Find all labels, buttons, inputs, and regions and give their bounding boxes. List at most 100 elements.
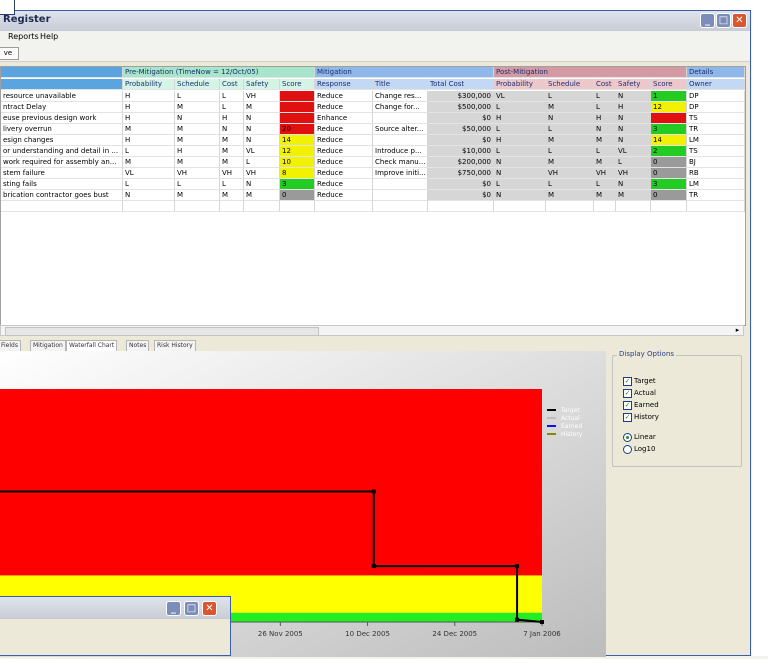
desktop-background-right xyxy=(752,0,768,656)
scrollbar-thumb[interactable] xyxy=(5,327,319,336)
secondary-minimize-button[interactable]: _ xyxy=(166,601,181,616)
close-icon: ✕ xyxy=(205,603,214,614)
maximize-button[interactable]: □ xyxy=(716,13,731,28)
table-cell: H xyxy=(494,113,546,124)
table-cell: 0 xyxy=(280,190,315,201)
table-cell: VH xyxy=(175,168,220,179)
x-tick-label: 24 Dec 2005 xyxy=(432,630,477,638)
table-cell: TR xyxy=(687,190,745,201)
table-cell: $500,000 xyxy=(428,102,494,113)
data-point xyxy=(371,489,376,494)
menu-help[interactable]: Help xyxy=(40,32,58,41)
secondary-maximize-button[interactable]: □ xyxy=(184,601,199,616)
earned-checkbox[interactable]: ✓ Earned xyxy=(623,400,659,410)
table-cell: VH xyxy=(594,168,616,179)
table-cell: N xyxy=(175,113,220,124)
table-cell xyxy=(315,201,373,212)
table-cell xyxy=(616,201,651,212)
table-cell: M xyxy=(616,190,651,201)
maximize-icon: □ xyxy=(718,15,729,26)
linear-radio[interactable]: Linear xyxy=(623,432,656,442)
table-cell: L xyxy=(594,179,616,190)
table-cell xyxy=(428,201,494,212)
maximize-icon: □ xyxy=(186,603,197,614)
history-checkbox[interactable]: ✓ History xyxy=(623,412,659,422)
table-cell: LM xyxy=(687,179,745,190)
legend-label: Earned xyxy=(561,423,582,430)
grid-horizontal-scrollbar[interactable]: ▸ xyxy=(0,325,744,336)
minimize-icon: _ xyxy=(705,15,710,26)
table-cell: 8 xyxy=(280,168,315,179)
table-cell xyxy=(244,201,280,212)
linear-radio-label: Linear xyxy=(634,433,656,441)
minimize-icon: _ xyxy=(171,603,176,614)
table-cell: Introduce p... xyxy=(373,146,428,157)
actual-checkbox[interactable]: ✓ Actual xyxy=(623,388,656,398)
table-cell xyxy=(494,201,546,212)
data-point xyxy=(371,564,376,569)
target-checkbox-label: Target xyxy=(634,377,656,385)
minimize-button[interactable]: _ xyxy=(700,13,715,28)
table-cell: L xyxy=(546,91,594,102)
table-cell xyxy=(651,113,687,124)
table-cell: brication contractor goes bust xyxy=(1,190,123,201)
checkbox-checked-icon: ✓ xyxy=(623,412,632,422)
display-options-title: Display Options xyxy=(617,350,677,358)
group-header xyxy=(1,67,123,78)
close-button[interactable]: ✕ xyxy=(732,13,747,28)
table-cell: N xyxy=(244,113,280,124)
table-cell: 3 xyxy=(651,124,687,135)
data-point xyxy=(515,564,520,569)
column-header: Probability xyxy=(123,79,175,90)
group-header: Pre-Mitigation (TimeNow = 12/Oct/05) xyxy=(123,67,315,78)
display-options-group: Display Options ✓ Target ✓ Actual ✓ Earned … xyxy=(612,350,742,467)
table-cell: H xyxy=(220,113,244,124)
table-cell: Reduce xyxy=(315,146,373,157)
table-cell xyxy=(175,201,220,212)
table-cell: M xyxy=(546,135,594,146)
table-cell: N xyxy=(616,179,651,190)
toolbar: ve xyxy=(0,45,750,62)
table-cell: ntract Delay xyxy=(1,102,123,113)
table-cell: M xyxy=(123,157,175,168)
table-cell: H xyxy=(123,135,175,146)
save-button[interactable]: ve xyxy=(0,47,19,60)
table-cell xyxy=(687,201,745,212)
column-header: Schedule xyxy=(546,79,594,90)
table-cell: L xyxy=(123,179,175,190)
table-cell: L xyxy=(594,146,616,157)
menu-reports[interactable]: Reports xyxy=(8,32,39,41)
table-cell: VL xyxy=(616,146,651,157)
table-cell xyxy=(546,201,594,212)
earned-checkbox-label: Earned xyxy=(634,401,659,409)
secondary-close-button[interactable]: ✕ xyxy=(202,601,217,616)
table-cell xyxy=(373,113,428,124)
table-cell: Reduce xyxy=(315,157,373,168)
table-cell xyxy=(594,201,616,212)
table-cell: N xyxy=(244,124,280,135)
risk-band xyxy=(0,389,542,576)
legend-label: Target xyxy=(560,407,580,414)
table-cell: Reduce xyxy=(315,102,373,113)
target-checkbox[interactable]: ✓ Target xyxy=(623,376,656,386)
table-cell: M xyxy=(546,102,594,113)
column-header: Owner xyxy=(687,79,745,90)
table-cell: 14 xyxy=(651,135,687,146)
table-cell: M xyxy=(594,135,616,146)
table-cell: M xyxy=(220,135,244,146)
checkbox-checked-icon: ✓ xyxy=(623,388,632,398)
column-header: Cost xyxy=(594,79,616,90)
table-cell: L xyxy=(175,179,220,190)
table-cell: L xyxy=(494,146,546,157)
table-cell: N xyxy=(494,157,546,168)
scroll-right-icon[interactable]: ▸ xyxy=(733,326,742,335)
table-cell: M xyxy=(175,157,220,168)
table-cell: N xyxy=(616,135,651,146)
table-cell: DP xyxy=(687,91,745,102)
table-cell xyxy=(373,190,428,201)
column-header: Total Cost xyxy=(428,79,494,90)
x-tick-label: 10 Dec 2005 xyxy=(345,630,390,638)
log10-radio[interactable]: Log10 xyxy=(623,444,655,454)
table-cell xyxy=(280,91,315,102)
table-cell: VH xyxy=(244,168,280,179)
